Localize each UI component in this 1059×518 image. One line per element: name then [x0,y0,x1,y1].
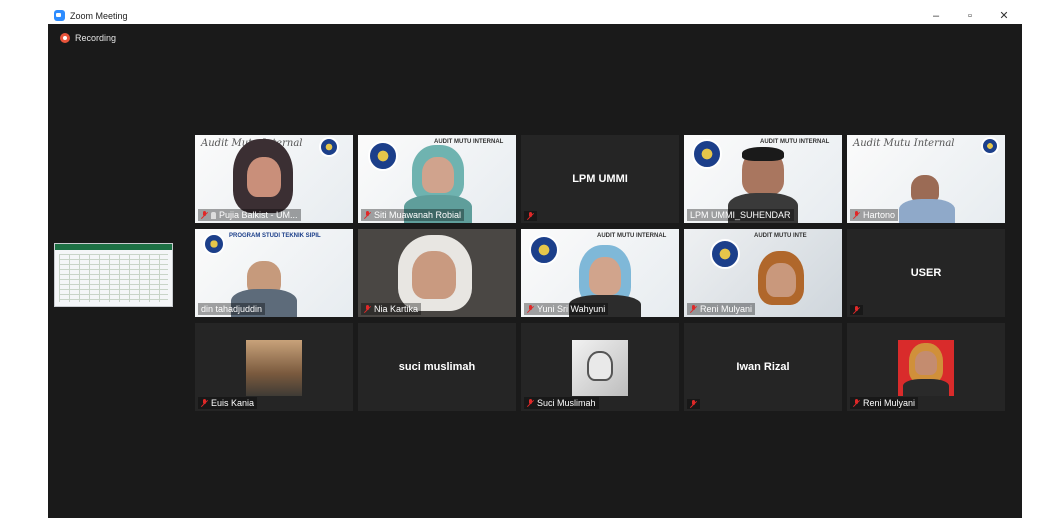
participant-label [687,399,700,409]
video-tile[interactable]: LPM UMMI [521,135,679,223]
slide-text: Audit Mutu Internal [853,138,955,149]
video-tile[interactable]: AUDIT MUTU INTE Reni Mulyani [684,229,842,317]
video-tile[interactable]: Suci Muslimah [521,323,679,411]
restore-button[interactable]: ▫ [964,10,976,22]
participant-label: Suci Muslimah [524,397,599,409]
muted-mic-icon [690,305,697,313]
logo-seal [692,139,722,169]
recording-indicator[interactable]: Recording [60,33,116,43]
participant-name-placeholder: LPM UMMI [572,173,628,185]
video-tile[interactable]: PROGRAM STUDI TEKNIK SIPIL din tahadjudd… [195,229,353,317]
slide-text: AUDIT MUTU INTERNAL [760,139,830,145]
logo-seal [529,235,559,265]
video-tile[interactable]: AUDIT MUTU INTERNAL Siti Muawanah Robial [358,135,516,223]
participant-label: Reni Mulyani [850,397,919,409]
pin-icon [211,211,216,219]
logo-seal [203,233,225,255]
video-tile-active-speaker[interactable]: AUDIT MUTU INTERNAL LPM UMMI_SUHENDAR [684,135,842,223]
minimize-button[interactable]: – [930,10,942,22]
recording-label: Recording [75,33,117,43]
participant-label: Yuni Sri Wahyuni [524,303,609,315]
slide-text: AUDIT MUTU INTE [754,233,807,239]
video-tile[interactable]: suci muslimah [358,323,516,411]
participant-label: Siti Muawanah Robial [361,209,465,221]
participant-name-placeholder: suci muslimah [398,361,476,373]
video-tile[interactable]: AUDIT MUTU INTERNAL Yuni Sri Wahyuni [521,229,679,317]
participant-label: Pujia Balkist - UM... [198,209,301,221]
video-tile[interactable]: Audit Mutu Internal Pujia Balkist - UM..… [195,135,353,223]
recording-icon [60,33,70,43]
muted-mic-icon [201,211,208,219]
participant-label: Reni Mulyani [687,303,756,315]
participant-label: Nia Kartika [361,303,422,315]
logo-seal [319,137,339,157]
participant-label: din tahadjuddin [198,303,266,315]
participant-label [850,305,863,315]
logo-seal [710,239,740,269]
slide-text: AUDIT MUTU INTERNAL [597,233,667,239]
muted-mic-icon [853,306,860,314]
muted-mic-icon [527,212,534,220]
zoom-window: Zoom Meeting – ▫ ✕ Recording Audit Mutu … [48,7,1022,518]
participant-label: Euis Kania [198,397,258,409]
slide-text: PROGRAM STUDI TEKNIK SIPIL [229,233,321,239]
muted-mic-icon [364,305,371,313]
video-tile[interactable]: Audit Mutu Internal Hartono [847,135,1005,223]
participant-label: LPM UMMI_SUHENDAR [687,209,794,221]
participant-name-placeholder: USER [910,267,942,279]
video-tile[interactable]: Euis Kania [195,323,353,411]
window-title: Zoom Meeting [70,10,128,21]
muted-mic-icon [527,399,534,407]
title-bar: Zoom Meeting – ▫ ✕ [48,7,1022,24]
muted-mic-icon [364,211,371,219]
logo-seal [981,137,999,155]
close-button[interactable]: ✕ [998,9,1010,22]
zoom-logo-icon [54,10,65,21]
video-tile[interactable]: Reni Mulyani [847,323,1005,411]
slide-text: AUDIT MUTU INTERNAL [434,139,504,145]
participant-label [524,211,537,221]
video-tile[interactable]: Iwan Rizal [684,323,842,411]
muted-mic-icon [690,400,697,408]
logo-seal [368,141,398,171]
profile-picture [246,340,302,396]
participant-name-placeholder: Iwan Rizal [736,361,790,373]
muted-mic-icon [527,305,534,313]
participant-label: Hartono [850,209,899,221]
muted-mic-icon [853,399,860,407]
muted-mic-icon [853,211,860,219]
video-tile[interactable]: Nia Kartika [358,229,516,317]
video-tile[interactable]: USER [847,229,1005,317]
screen-share-thumbnail[interactable] [54,243,173,307]
muted-mic-icon [201,399,208,407]
